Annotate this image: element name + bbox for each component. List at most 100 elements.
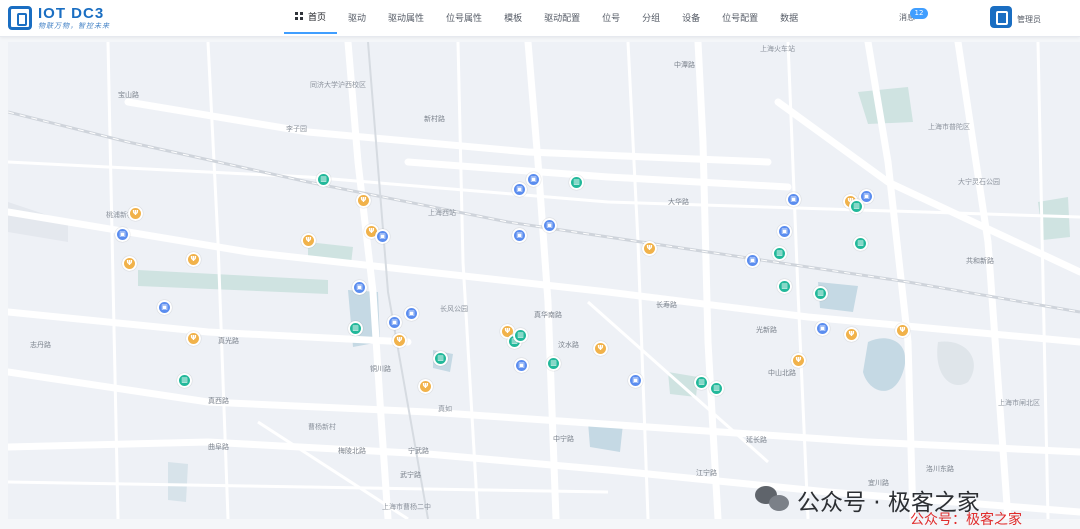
food-marker-icon[interactable]: Ψ bbox=[128, 206, 143, 221]
messages-count-badge: 12 bbox=[910, 8, 928, 19]
watermark-red-text: 公众号：极客之家 bbox=[910, 512, 1022, 528]
nav-point-attribute[interactable]: 位号属性 bbox=[435, 0, 493, 34]
nav-home[interactable]: 首页 bbox=[284, 0, 338, 34]
logo-title: IOT DC3 bbox=[38, 5, 105, 22]
map-label: 长寿路 bbox=[656, 301, 677, 309]
nav-group[interactable]: 分组 bbox=[631, 0, 671, 34]
map-view[interactable]: 同济大学沪西校区 宝山路 李子园 铜川路 上海西站 新村路 真华南路 真如 宁武… bbox=[8, 42, 1080, 519]
map-label: 中潭路 bbox=[674, 61, 695, 69]
logo-icon bbox=[8, 6, 32, 30]
bus-marker-icon[interactable]: ▣ bbox=[375, 229, 390, 244]
building-marker-icon[interactable]: ▥ bbox=[348, 321, 363, 336]
bus-marker-icon[interactable]: ▣ bbox=[542, 218, 557, 233]
food-marker-icon[interactable]: Ψ bbox=[642, 241, 657, 256]
building-marker-icon[interactable]: ▥ bbox=[513, 328, 528, 343]
map-label: 同济大学沪西校区 bbox=[310, 81, 366, 89]
food-marker-icon[interactable]: Ψ bbox=[791, 353, 806, 368]
map-label: 志丹路 bbox=[30, 341, 51, 349]
map-label: 上海市曹杨二中 bbox=[382, 503, 431, 511]
bus-marker-icon[interactable]: ▣ bbox=[526, 172, 541, 187]
building-marker-icon[interactable]: ▥ bbox=[772, 246, 787, 261]
map-label: 梅陵北路 bbox=[338, 447, 366, 455]
bus-marker-icon[interactable]: ▣ bbox=[512, 228, 527, 243]
building-marker-icon[interactable]: ▥ bbox=[709, 381, 724, 396]
bus-marker-icon[interactable]: ▣ bbox=[157, 300, 172, 315]
building-marker-icon[interactable]: ▥ bbox=[569, 175, 584, 190]
food-marker-icon[interactable]: Ψ bbox=[186, 331, 201, 346]
map-label: 大华路 bbox=[668, 198, 689, 206]
wechat-icon bbox=[755, 486, 791, 514]
map-label: 宁武路 bbox=[408, 447, 429, 455]
bus-marker-icon[interactable]: ▣ bbox=[786, 192, 801, 207]
nav-data[interactable]: 数据 bbox=[769, 0, 809, 34]
map-label: 新村路 bbox=[424, 115, 445, 123]
map-label: 长风公园 bbox=[440, 305, 468, 313]
building-marker-icon[interactable]: ▥ bbox=[694, 375, 709, 390]
bus-marker-icon[interactable]: ▣ bbox=[115, 227, 130, 242]
map-label: 李子园 bbox=[286, 125, 307, 133]
bus-marker-icon[interactable]: ▣ bbox=[815, 321, 830, 336]
food-marker-icon[interactable]: Ψ bbox=[895, 323, 910, 338]
nav-template[interactable]: 模板 bbox=[493, 0, 533, 34]
map-label: 上海市闸北区 bbox=[998, 399, 1040, 407]
top-navbar: IOT DC3 物联万物，智控未来 首页 驱动 驱动属性 位号属性 模板 驱动配… bbox=[0, 0, 1080, 37]
bus-marker-icon[interactable]: ▣ bbox=[745, 253, 760, 268]
map-base bbox=[8, 42, 1080, 519]
map-label: 江宁路 bbox=[696, 469, 717, 477]
building-marker-icon[interactable]: ▥ bbox=[546, 356, 561, 371]
grid-icon bbox=[295, 12, 303, 20]
food-marker-icon[interactable]: Ψ bbox=[356, 193, 371, 208]
map-label: 共和新路 bbox=[966, 257, 994, 265]
bus-marker-icon[interactable]: ▣ bbox=[777, 224, 792, 239]
map-label: 上海火车站 bbox=[760, 45, 795, 53]
avatar[interactable] bbox=[990, 6, 1012, 28]
nav-driver-config[interactable]: 驱动配置 bbox=[533, 0, 591, 34]
map-label: 上海西站 bbox=[428, 209, 456, 217]
nav-driver-attribute[interactable]: 驱动属性 bbox=[377, 0, 435, 34]
building-marker-icon[interactable]: ▥ bbox=[849, 199, 864, 214]
map-label: 真光路 bbox=[218, 337, 239, 345]
bus-marker-icon[interactable]: ▣ bbox=[387, 315, 402, 330]
food-marker-icon[interactable]: Ψ bbox=[186, 252, 201, 267]
building-marker-icon[interactable]: ▥ bbox=[177, 373, 192, 388]
map-label: 延长路 bbox=[746, 436, 767, 444]
food-marker-icon[interactable]: Ψ bbox=[122, 256, 137, 271]
map-label: 汶水路 bbox=[558, 341, 579, 349]
nav-point-config[interactable]: 位号配置 bbox=[711, 0, 769, 34]
map-label: 宝山路 bbox=[118, 91, 139, 99]
user-menu[interactable]: 管理员 bbox=[1017, 14, 1041, 25]
bus-marker-icon[interactable]: ▣ bbox=[628, 373, 643, 388]
food-marker-icon[interactable]: Ψ bbox=[392, 333, 407, 348]
logo-subtitle: 物联万物，智控未来 bbox=[38, 22, 110, 30]
map-label: 光新路 bbox=[756, 326, 777, 334]
map-label: 铜川路 bbox=[370, 365, 391, 373]
building-marker-icon[interactable]: ▥ bbox=[433, 351, 448, 366]
building-marker-icon[interactable]: ▥ bbox=[853, 236, 868, 251]
bus-marker-icon[interactable]: ▣ bbox=[352, 280, 367, 295]
map-label: 曲阜路 bbox=[208, 443, 229, 451]
map-label: 真华南路 bbox=[534, 311, 562, 319]
app-logo[interactable]: IOT DC3 物联万物，智控未来 bbox=[8, 3, 110, 33]
bus-marker-icon[interactable]: ▣ bbox=[514, 358, 529, 373]
building-marker-icon[interactable]: ▥ bbox=[777, 279, 792, 294]
map-label: 中山北路 bbox=[768, 369, 796, 377]
bus-marker-icon[interactable]: ▣ bbox=[512, 182, 527, 197]
map-label: 真如 bbox=[438, 405, 452, 413]
map-label: 大宁灵石公园 bbox=[958, 178, 1000, 186]
food-marker-icon[interactable]: Ψ bbox=[844, 327, 859, 342]
food-marker-icon[interactable]: Ψ bbox=[301, 233, 316, 248]
building-marker-icon[interactable]: ▥ bbox=[813, 286, 828, 301]
map-label: 曹杨新村 bbox=[308, 423, 336, 431]
nav-point[interactable]: 位号 bbox=[591, 0, 631, 34]
nav-device[interactable]: 设备 bbox=[671, 0, 711, 34]
map-label: 中宁路 bbox=[553, 435, 574, 443]
map-label: 真西路 bbox=[208, 397, 229, 405]
food-marker-icon[interactable]: Ψ bbox=[418, 379, 433, 394]
nav-driver[interactable]: 驱动 bbox=[337, 0, 377, 34]
food-marker-icon[interactable]: Ψ bbox=[593, 341, 608, 356]
building-marker-icon[interactable]: ▥ bbox=[316, 172, 331, 187]
map-label: 武宁路 bbox=[400, 471, 421, 479]
map-label: 上海市普陀区 bbox=[928, 123, 970, 131]
main-nav: 首页 驱动 驱动属性 位号属性 模板 驱动配置 位号 分组 设备 位号配置 数据 bbox=[284, 0, 809, 34]
bus-marker-icon[interactable]: ▣ bbox=[404, 306, 419, 321]
